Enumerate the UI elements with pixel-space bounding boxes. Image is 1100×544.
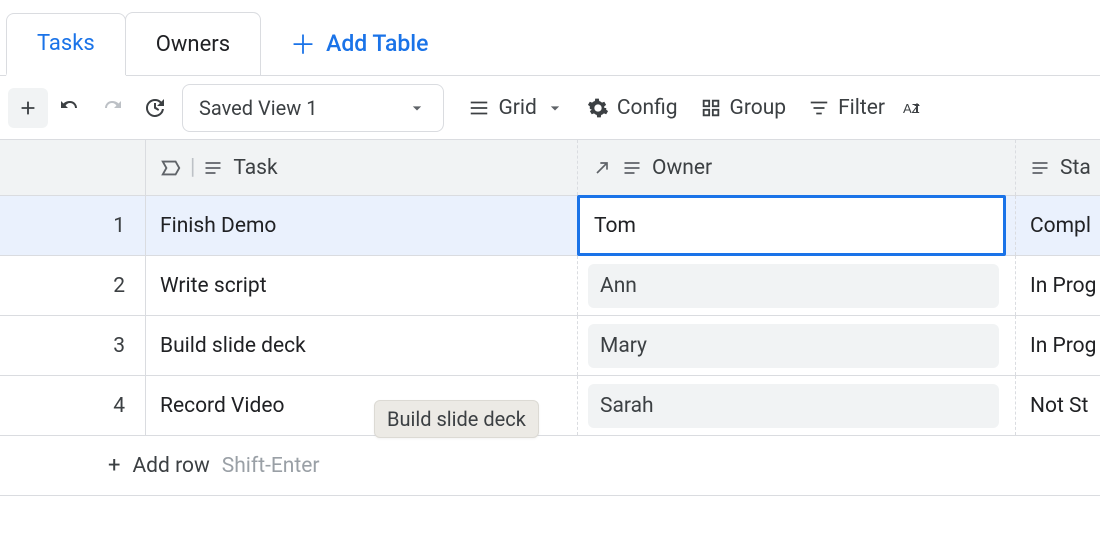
row-number: 4 (0, 376, 146, 435)
plus-icon: + (108, 453, 120, 478)
tooltip: Build slide deck (374, 400, 539, 438)
task-cell[interactable]: Build slide deck (146, 316, 578, 375)
group-button[interactable]: Group (700, 96, 787, 120)
undo-button[interactable] (50, 88, 90, 128)
task-cell[interactable]: Finish Demo (146, 196, 578, 255)
owner-value[interactable]: Sarah (588, 384, 999, 428)
list-icon (468, 97, 490, 119)
plus-icon (17, 97, 39, 119)
sort-button[interactable]: AZ (901, 96, 925, 120)
owner-header-label: Owner (652, 156, 712, 180)
task-header-label: Task (233, 156, 277, 180)
row-number-header (0, 140, 146, 195)
add-row-label: Add row (132, 454, 209, 478)
history-icon (142, 96, 166, 120)
status-cell[interactable]: Not St (1016, 376, 1100, 435)
status-cell[interactable]: Compl (1016, 196, 1100, 255)
redo-button[interactable] (92, 88, 132, 128)
status-cell[interactable]: In Prog (1016, 256, 1100, 315)
table-row[interactable]: 1 Finish Demo Tom Compl (0, 196, 1100, 256)
divider: | (190, 155, 195, 180)
plus-icon: ＋ (290, 25, 316, 62)
table-row[interactable]: 4 Record Video Sarah Not St (0, 376, 1100, 436)
task-column-header[interactable]: | Task (146, 140, 578, 195)
history-button[interactable] (134, 88, 174, 128)
owner-cell[interactable]: Mary (578, 316, 1016, 375)
row-number: 1 (0, 196, 146, 255)
saved-view-selector[interactable]: Saved View 1 (182, 84, 444, 132)
status-cell[interactable]: In Prog (1016, 316, 1100, 375)
add-row-hint: Shift-Enter (222, 454, 320, 478)
text-icon (622, 158, 642, 178)
config-label: Config (617, 96, 678, 120)
tab-tasks[interactable]: Tasks (6, 13, 126, 76)
add-button[interactable] (8, 88, 48, 128)
group-label: Group (730, 96, 787, 120)
add-table-button[interactable]: ＋ Add Table (290, 12, 428, 75)
toolbar: Saved View 1 Grid Config Group Filter AZ (0, 76, 1100, 140)
table-row[interactable]: 3 Build slide deck Mary In Prog (0, 316, 1100, 376)
row-number: 2 (0, 256, 146, 315)
redo-icon (100, 96, 124, 120)
lookup-arrow-icon (592, 158, 612, 178)
group-icon (700, 97, 722, 119)
owner-cell[interactable]: Ann (578, 256, 1016, 315)
filter-label: Filter (838, 96, 885, 120)
tab-bar: Tasks Owners ＋ Add Table (0, 0, 1100, 76)
chevron-down-icon (407, 98, 427, 118)
add-row-button[interactable]: + Add row Shift-Enter (0, 436, 1100, 496)
owner-cell[interactable]: Tom (578, 196, 1016, 255)
table-header-row: | Task Owner Sta (0, 140, 1100, 196)
filter-icon (808, 97, 830, 119)
text-icon (1030, 158, 1050, 178)
grid-view-button[interactable]: Grid (468, 96, 564, 120)
owner-value[interactable]: Ann (588, 264, 999, 308)
text-icon (203, 158, 223, 178)
chevron-down-icon (545, 98, 565, 118)
tab-owners[interactable]: Owners (125, 12, 261, 75)
table-row[interactable]: 2 Write script Ann In Prog (0, 256, 1100, 316)
grid-label: Grid (498, 96, 536, 120)
row-number: 3 (0, 316, 146, 375)
config-button[interactable]: Config (587, 96, 678, 120)
task-cell[interactable]: Write script (146, 256, 578, 315)
sort-az-icon: AZ (901, 96, 925, 120)
gear-icon (587, 97, 609, 119)
tag-icon (160, 157, 182, 179)
owner-column-header[interactable]: Owner (578, 140, 1016, 195)
owner-value[interactable]: Mary (588, 324, 999, 368)
owner-cell[interactable]: Sarah (578, 376, 1016, 435)
status-column-header[interactable]: Sta (1016, 140, 1100, 195)
undo-icon (58, 96, 82, 120)
owner-selected-value[interactable]: Tom (577, 195, 1006, 256)
status-header-label: Sta (1060, 156, 1091, 180)
add-table-label: Add Table (326, 30, 428, 57)
saved-view-label: Saved View 1 (199, 96, 317, 120)
filter-button[interactable]: Filter (808, 96, 885, 120)
